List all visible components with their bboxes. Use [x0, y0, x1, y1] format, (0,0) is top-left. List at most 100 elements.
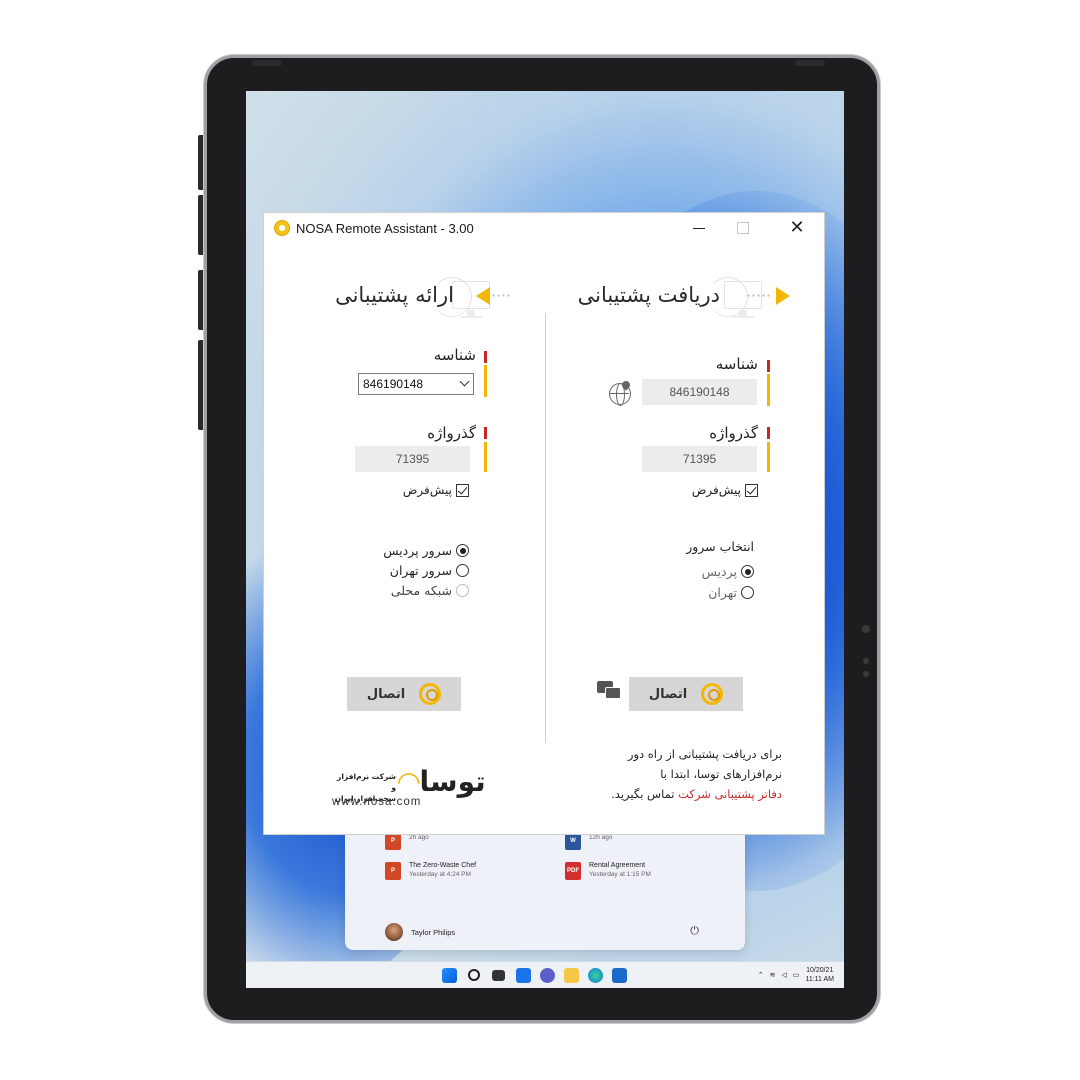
receive-server-label: پردیس	[701, 564, 737, 579]
provide-default-checkbox[interactable]	[456, 483, 469, 497]
wifi-icon[interactable]: ≋	[770, 971, 776, 979]
provide-password-label: گذرواژه	[427, 424, 476, 442]
yellow-marker	[767, 374, 770, 406]
server-group-title: انتخاب سرور	[686, 539, 754, 554]
user-avatar	[385, 923, 403, 941]
radio-unselected[interactable]	[741, 586, 754, 599]
start-menu-recent-item[interactable]: P The Zero-Waste Chef Yesterday at 4:24 …	[385, 862, 476, 880]
info-line: دفاتر پشتیبانی شرکت تماس بگیرید.	[586, 784, 782, 804]
receive-support-title: دریافت پشتیبانی	[577, 283, 720, 307]
battery-icon[interactable]: ▭	[793, 971, 800, 979]
radio-unselected[interactable]	[456, 564, 469, 577]
column-divider	[545, 313, 546, 743]
provide-default-label: پیش‌فرض	[402, 483, 452, 497]
tablet-speaker-slot	[795, 60, 825, 66]
minimize-button[interactable]	[684, 217, 714, 239]
widgets-icon[interactable]	[516, 968, 531, 983]
provide-server-option[interactable]: سرور پردیس	[383, 543, 469, 558]
taskbar: ⌃ ≋ ◁ ▭ 10/20/21 11:11 AM	[246, 961, 844, 988]
receive-password-field[interactable]: 71395	[642, 446, 757, 472]
receive-info-text: برای دریافت پشتیبانی از راه دور نرم‌افزا…	[586, 744, 782, 804]
link-icon	[419, 683, 442, 705]
logo-accent: ◠	[398, 765, 420, 798]
recent-item-name: Rental Agreement	[589, 862, 646, 869]
powerpoint-icon: P	[385, 862, 401, 880]
connect-label: اتصال	[366, 686, 406, 702]
red-marker	[484, 351, 487, 363]
recent-item-time: Yesterday at 4:24 PM	[409, 871, 471, 878]
yellow-marker	[767, 442, 770, 472]
pdf-icon: PDF	[565, 862, 581, 880]
red-marker	[767, 360, 770, 372]
search-icon[interactable]	[468, 969, 480, 981]
recent-item-time: 2h ago	[409, 834, 429, 841]
radio-selected[interactable]	[456, 544, 469, 557]
store-icon[interactable]	[612, 968, 627, 983]
provide-connect-button[interactable]: اتصال	[347, 677, 461, 711]
edge-icon[interactable]	[588, 968, 603, 983]
nosa-brand: توسا◠ شرکت نرم‌افزار و سخت‌افزار ایران w…	[330, 765, 490, 815]
provide-password-field[interactable]: 71395	[355, 446, 470, 472]
clock-time: 11:11 AM	[805, 976, 834, 983]
power-icon[interactable]: ⏻	[690, 924, 699, 938]
receive-server-label: تهران	[708, 585, 737, 600]
radio-disabled[interactable]	[456, 584, 469, 597]
receive-server-option[interactable]: پردیس	[702, 564, 754, 579]
radio-selected[interactable]	[741, 565, 754, 578]
maximize-button[interactable]	[728, 217, 758, 239]
receive-connect-button[interactable]: اتصال	[629, 677, 743, 711]
red-marker	[484, 427, 487, 439]
nosa-window: NOSA Remote Assistant - 3.00 ✕ ارائه پشت…	[263, 212, 825, 835]
app-logo-icon	[274, 220, 290, 236]
recent-item-time: Yesterday at 1:15 PM	[589, 871, 651, 878]
chevron-down-icon	[459, 376, 470, 387]
volume-icon[interactable]: ◁	[781, 971, 786, 979]
start-icon[interactable]	[442, 968, 457, 983]
brand-subtitle-line: شرکت نرم‌افزار و	[337, 772, 396, 792]
close-button[interactable]: ✕	[782, 217, 812, 239]
receive-default-checkbox[interactable]	[745, 483, 758, 497]
system-tray: ⌃ ≋ ◁ ▭ 10/20/21 11:11 AM	[758, 966, 834, 984]
tablet-connector-dot	[863, 671, 869, 677]
chevron-up-icon[interactable]: ⌃	[758, 971, 764, 979]
receive-default-checkbox-row[interactable]: پیش‌فرض	[692, 483, 758, 497]
recent-item-name: The Zero-Waste Chef	[409, 862, 477, 869]
info-tail: تماس بگیرید.	[611, 787, 679, 801]
arrow-left-icon	[476, 287, 490, 305]
receive-server-option[interactable]: تهران	[708, 585, 754, 600]
receive-default-label: پیش‌فرض	[691, 483, 741, 497]
user-name: Taylor Philips	[411, 927, 456, 937]
provide-id-value: 846190148	[363, 377, 424, 391]
receive-id-label: شناسه	[715, 355, 758, 373]
start-menu-recent-item[interactable]: PDF Rental Agreement Yesterday at 1:15 P…	[565, 862, 651, 880]
provide-server-label: شبکه محلی	[390, 583, 452, 598]
clock-date: 10/20/21	[806, 967, 834, 974]
taskbar-clock[interactable]: 10/20/21 11:11 AM	[805, 966, 834, 984]
yellow-marker	[484, 442, 487, 472]
provide-id-combo[interactable]: 846190148	[358, 373, 474, 395]
file-explorer-icon[interactable]	[564, 968, 579, 983]
yellow-marker	[484, 365, 487, 397]
receive-id-field[interactable]: 846190148	[642, 379, 757, 405]
recent-item-time: 12h ago	[589, 834, 613, 841]
tablet-connector-dot	[863, 658, 869, 664]
provide-server-label: سرور پردیس	[383, 543, 452, 558]
photo-stage: P 2h ago W 12h ago P The Zero-Waste Chef…	[0, 0, 1080, 1080]
provide-default-checkbox-row[interactable]: پیش‌فرض	[403, 483, 469, 497]
receive-password-label: گذرواژه	[709, 424, 758, 442]
support-offices-link[interactable]: دفاتر پشتیبانی شرکت	[678, 787, 782, 801]
title-bar: NOSA Remote Assistant - 3.00 ✕	[264, 213, 824, 243]
red-marker	[767, 427, 770, 439]
provide-support-title: ارائه پشتیبانی	[335, 283, 454, 307]
task-view-icon[interactable]	[492, 970, 505, 981]
chat-icon[interactable]	[597, 681, 621, 701]
provide-server-option[interactable]: سرور تهران	[390, 563, 469, 578]
brand-url: www.nosa.com	[332, 796, 422, 808]
provide-id-label: شناسه	[433, 346, 476, 364]
start-menu-user[interactable]: Taylor Philips	[385, 923, 455, 941]
chat-app-icon[interactable]	[540, 968, 555, 983]
start-menu: P 2h ago W 12h ago P The Zero-Waste Chef…	[345, 826, 745, 950]
receive-support-header: دریافت پشتیبانی	[564, 275, 804, 318]
provide-server-option[interactable]: شبکه محلی	[391, 583, 469, 598]
arrow-right-icon	[776, 287, 790, 305]
